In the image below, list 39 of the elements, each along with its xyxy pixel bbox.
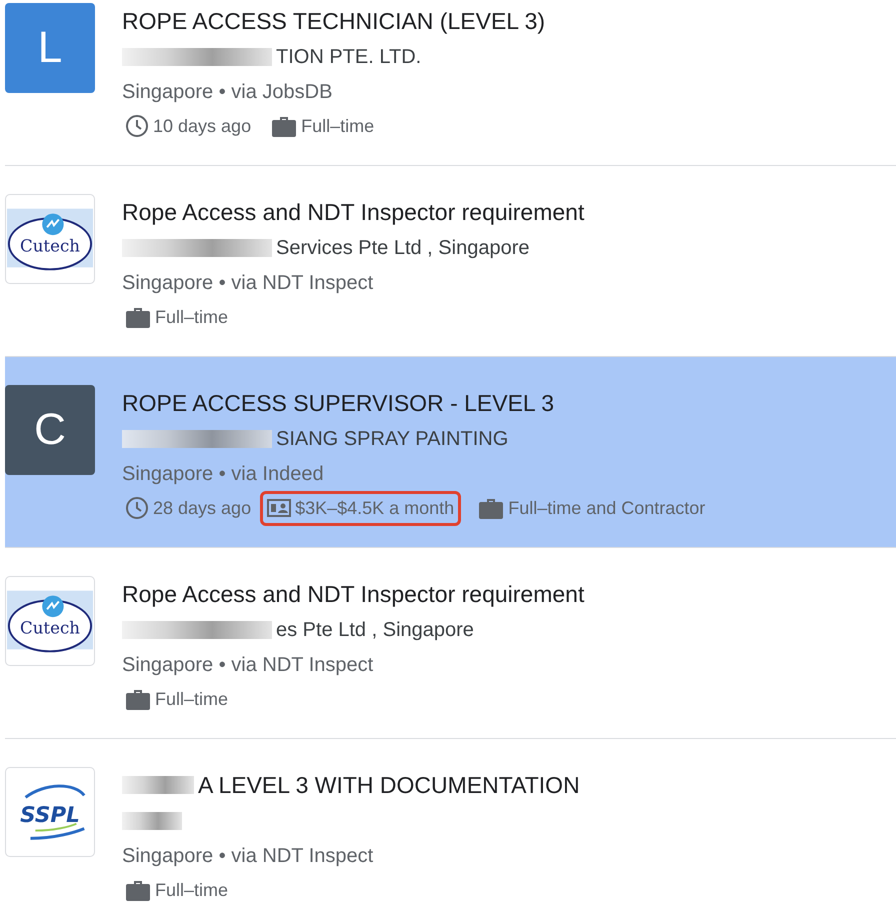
briefcase-icon: [271, 114, 298, 138]
company-logo: SSPL: [5, 767, 95, 857]
job-listing[interactable]: Cutech Rope Access and NDT Inspector requirement es Pte Ltd , Singapore Singapore • via NDT Inspect Full–time: [5, 548, 896, 739]
job-detail: Full–time: [301, 116, 374, 136]
job-detail: 28 days ago: [153, 498, 252, 518]
briefcase-icon: [478, 496, 504, 520]
job-location: Singapore • via Indeed: [122, 463, 324, 486]
job-detail: Full–time: [155, 880, 228, 900]
job-title: Rope Access and NDT Inspector requirement: [122, 580, 584, 608]
clock-icon: [125, 496, 149, 520]
job-listing[interactable]: Cutech Rope Access and NDT Inspector requirement Services Pte Ltd , Singapore Singapore • via NDT Inspect Full–time: [5, 166, 896, 357]
company-logo: Cutech: [5, 576, 95, 666]
briefcase-icon: [125, 305, 151, 329]
job-detail: Full–time: [155, 688, 228, 710]
job-listing[interactable]: SSPL A LEVEL 3 WITH DOCUMENTATION Singapore • via NDT Inspect Full–time: [5, 739, 896, 906]
company-name: SIANG SPRAY PAINTING: [276, 428, 508, 450]
job-detail: 10 days ago: [153, 116, 252, 136]
job-location: Singapore • via NDT Inspect: [122, 654, 374, 677]
job-location: Singapore • via NDT Inspect: [122, 845, 374, 868]
job-title: ROPE ACCESS SUPERVISOR - LEVEL 3: [122, 390, 554, 416]
clock-icon: [125, 114, 149, 138]
job-location: Singapore • via JobsDB: [122, 81, 332, 104]
company-logo: Cutech: [5, 194, 95, 284]
job-location: Singapore • via NDT Inspect: [122, 272, 374, 295]
job-title: Rope Access and NDT Inspector requirement: [122, 198, 584, 226]
job-detail: Full–time and Contractor: [508, 498, 706, 518]
job-title: ROPE ACCESS TECHNICIAN (LEVEL 3): [122, 8, 546, 34]
briefcase-icon: [125, 878, 151, 902]
job-title: A LEVEL 3 WITH DOCUMENTATION: [198, 772, 580, 798]
company-logo: L: [5, 3, 95, 93]
job-detail: $3K–$4.5K a month: [295, 498, 454, 518]
briefcase-icon: [125, 687, 151, 711]
company-name: TION PTE. LTD.: [276, 46, 422, 68]
company-name: es Pte Ltd , Singapore: [276, 618, 474, 642]
job-detail: Full–time: [155, 306, 228, 328]
company-logo: C: [5, 385, 95, 475]
job-listing[interactable]: C ROPE ACCESS SUPERVISOR - LEVEL 3 SIANG SPRAY PAINTING Singapore • via Indeed 28 days ago $3K–$4.5K a month Full–time and Contractor: [5, 357, 896, 548]
job-listing[interactable]: L ROPE ACCESS TECHNICIAN (LEVEL 3) TION PTE. LTD. Singapore • via JobsDB 10 days ago Full–time: [5, 0, 896, 166]
company-name: Services Pte Ltd , Singapore: [276, 236, 530, 260]
